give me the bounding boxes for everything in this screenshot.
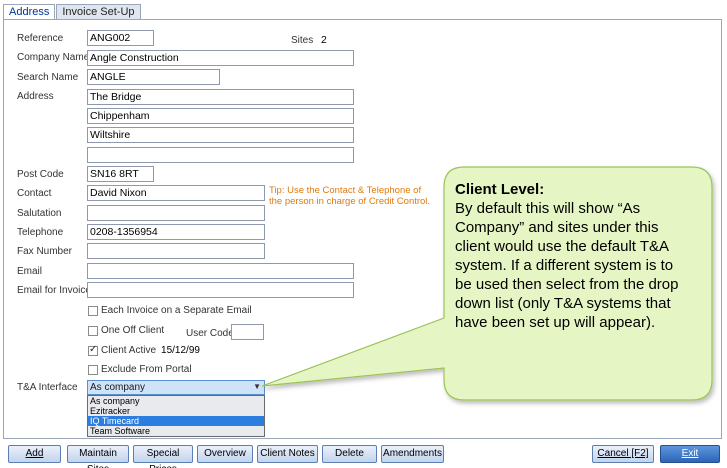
add-button[interactable]: Add — [8, 445, 61, 463]
callout-text: Client Level: By default this will show … — [455, 180, 693, 332]
callout-body: By default this will show “As Company” a… — [455, 200, 679, 331]
special-prices-button[interactable]: Special Prices — [133, 445, 193, 468]
add-button-label: Add — [25, 448, 44, 459]
cancel-button-label: Cancel [F2] — [597, 448, 649, 459]
exit-button-label: Exit — [681, 448, 699, 459]
exit-button[interactable]: Exit — [660, 445, 720, 463]
amendments-button[interactable]: Amendments — [381, 445, 444, 463]
callout-title: Client Level: — [455, 181, 545, 198]
button-bar: Add Maintain Sites Special Prices Overvi… — [0, 442, 727, 468]
cancel-button[interactable]: Cancel [F2] — [592, 445, 654, 463]
client-notes-button[interactable]: Client Notes — [257, 445, 318, 463]
maintain-sites-button[interactable]: Maintain Sites — [67, 445, 129, 468]
delete-button[interactable]: Delete — [322, 445, 377, 463]
overview-button[interactable]: Overview — [197, 445, 253, 463]
